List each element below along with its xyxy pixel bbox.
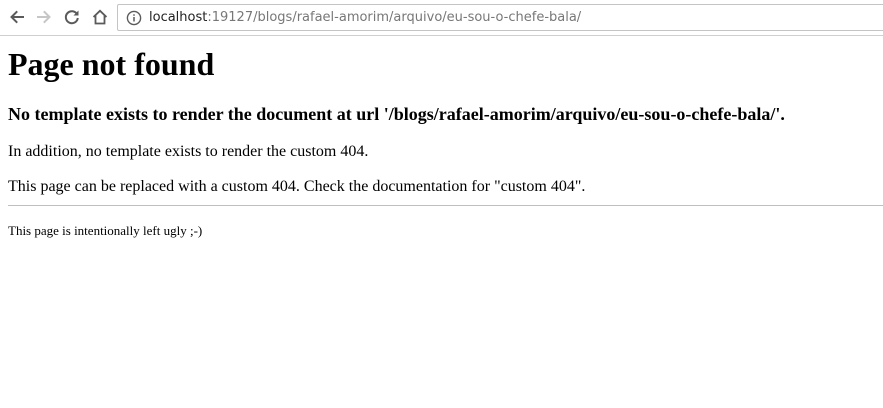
url-text: localhost:19127/blogs/rafael-amorim/arqu… [149,5,581,30]
url-path: :19127/blogs/rafael-amorim/arquivo/eu-so… [207,10,582,25]
paragraph-custom-404-missing: In addition, no template exists to rende… [8,143,369,160]
page-title: Page not found [8,46,215,82]
back-arrow-icon[interactable] [5,5,29,29]
divider [8,205,883,206]
url-host: localhost [149,10,208,25]
paragraph-documentation-hint: This page can be replaced with a custom … [8,178,586,195]
home-icon[interactable] [88,5,112,29]
forward-arrow-icon[interactable] [32,5,56,29]
address-bar[interactable]: localhost:19127/blogs/rafael-amorim/arqu… [117,4,883,31]
browser-toolbar: localhost:19127/blogs/rafael-amorim/arqu… [0,0,883,36]
footer-note: This page is intentionally left ugly ;-) [8,223,203,238]
reload-icon[interactable] [60,5,84,29]
info-icon[interactable] [126,10,142,26]
page-subtitle: No template exists to render the documen… [8,104,785,124]
